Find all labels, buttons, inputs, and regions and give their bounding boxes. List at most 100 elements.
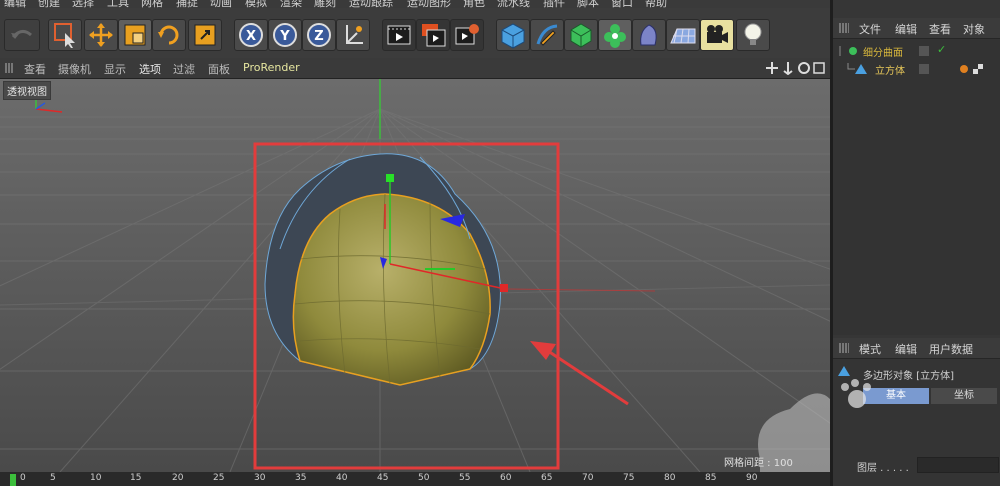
timeline-tick: 85 xyxy=(705,473,717,483)
object-name: 细分曲面 xyxy=(863,48,903,59)
tool-icon xyxy=(194,24,216,46)
timeline-tick: 90 xyxy=(746,473,758,483)
floor-button[interactable] xyxy=(666,19,700,51)
tool-button[interactable] xyxy=(188,19,222,51)
z-axis-button[interactable]: Z xyxy=(302,19,336,51)
menu-item-motion-tracking[interactable]: 运动跟踪 xyxy=(349,0,393,8)
floor-icon xyxy=(670,28,696,44)
render-picture-viewer-icon xyxy=(422,24,446,47)
layer-field[interactable] xyxy=(917,457,999,473)
layer-icon[interactable] xyxy=(919,46,929,56)
viewport-menu-bar: 查看 摄像机 显示 选项 过滤 面板 ProRender xyxy=(0,58,830,79)
grip-icon xyxy=(839,23,849,33)
x-axis-button[interactable]: X xyxy=(234,19,268,51)
menu-item-edit[interactable]: 编辑 xyxy=(4,0,26,8)
menu-item-select[interactable]: 选择 xyxy=(72,0,94,8)
menu-item-pipeline[interactable]: 流水线 xyxy=(497,0,530,8)
render-view-button[interactable] xyxy=(382,19,416,51)
menu-item-render[interactable]: 渲染 xyxy=(280,0,302,8)
grid-spacing-label: 网格间距 : 100 xyxy=(724,458,793,469)
attribute-menu-mode[interactable]: 模式 xyxy=(859,341,881,357)
camera-button[interactable] xyxy=(700,19,734,51)
deformer-button[interactable] xyxy=(632,19,666,51)
menu-item-sculpt[interactable]: 雕刻 xyxy=(314,0,336,8)
tab-coordinates[interactable]: 坐标 xyxy=(931,388,997,404)
timeline-tick: 20 xyxy=(172,473,184,483)
deformer-icon xyxy=(640,24,657,46)
timeline-tick: 15 xyxy=(130,473,142,483)
scale-icon xyxy=(124,24,146,46)
object-row-cube[interactable]: 立方体 xyxy=(833,61,1000,77)
viewport-nav-icons[interactable] xyxy=(766,61,826,75)
object-menu-objects[interactable]: 对象 xyxy=(963,21,985,37)
subdivision-icon xyxy=(570,23,592,48)
pen-button[interactable] xyxy=(530,19,564,51)
timeline-tick: 55 xyxy=(459,473,471,483)
live-selection-button[interactable] xyxy=(48,19,82,51)
menu-item-help[interactable]: 帮助 xyxy=(645,0,667,8)
menu-item-snap[interactable]: 捕捉 xyxy=(176,0,198,8)
object-menu-view[interactable]: 查看 xyxy=(929,21,951,37)
rotate-button[interactable] xyxy=(152,19,186,51)
timeline-tick: 30 xyxy=(254,473,266,483)
menu-item-character[interactable]: 角色 xyxy=(463,0,485,8)
viewport-menu-display[interactable]: 显示 xyxy=(104,61,126,77)
viewport-menu-prorender[interactable]: ProRender xyxy=(243,61,300,74)
render-picture-viewer-button[interactable] xyxy=(416,19,450,51)
menu-item-script[interactable]: 脚本 xyxy=(577,0,599,8)
menu-item-mesh[interactable]: 网格 xyxy=(141,0,163,8)
menu-item-mograph[interactable]: 运动图形 xyxy=(407,0,451,8)
menu-item-window[interactable]: 窗口 xyxy=(611,0,633,8)
layer-field-label: 图层 . . . . . xyxy=(857,463,909,474)
menu-item-create[interactable]: 创建 xyxy=(38,0,60,8)
timeline-tick: 35 xyxy=(295,473,307,483)
timeline-tick: 5 xyxy=(50,473,56,483)
perspective-viewport[interactable]: 透视视图 网格间距 : 100 xyxy=(0,79,830,472)
tag-icons[interactable] xyxy=(959,62,993,76)
viewport-menu-panel[interactable]: 面板 xyxy=(208,61,230,77)
playhead-marker[interactable] xyxy=(10,474,16,486)
rotate-icon xyxy=(158,25,179,45)
viewport-menu-cameras[interactable]: 摄像机 xyxy=(58,61,91,77)
svg-text:Z: Z xyxy=(314,29,323,44)
attribute-menu-user-data[interactable]: 用户数据 xyxy=(929,341,973,357)
attribute-menu-edit[interactable]: 编辑 xyxy=(895,341,917,357)
undo-button[interactable] xyxy=(4,19,40,51)
object-menu-edit[interactable]: 编辑 xyxy=(895,21,917,37)
move-button[interactable] xyxy=(84,19,118,51)
menu-item-simulate[interactable]: 模拟 xyxy=(245,0,267,8)
viewport-name-label: 透视视图 xyxy=(3,81,51,100)
viewport-menu-view[interactable]: 查看 xyxy=(24,61,46,77)
svg-text:Y: Y xyxy=(279,29,290,44)
object-row-subdivision[interactable]: 细分曲面 ✓ xyxy=(833,43,1000,59)
light-button[interactable] xyxy=(736,19,770,51)
grip-icon xyxy=(5,63,14,73)
viewport-menu-filter[interactable]: 过滤 xyxy=(173,61,195,77)
render-settings-button[interactable] xyxy=(450,19,484,51)
render-view-icon xyxy=(387,25,411,45)
timeline-tick: 75 xyxy=(623,473,635,483)
object-menu-file[interactable]: 文件 xyxy=(859,21,881,37)
attribute-body: 多边形对象 [立方体] 基本 坐标 图层 . . . . . xyxy=(833,359,1000,486)
scale-button[interactable] xyxy=(118,19,152,51)
viewport-menu-options[interactable]: 选项 xyxy=(139,61,161,77)
layer-icon[interactable] xyxy=(919,64,929,74)
cloner-button[interactable] xyxy=(598,19,632,51)
timeline-ruler[interactable]: 0 5 10 15 20 25 30 35 40 45 50 55 60 65 … xyxy=(0,472,830,486)
y-axis-button[interactable]: Y xyxy=(268,19,302,51)
menu-item-tools[interactable]: 工具 xyxy=(107,0,129,8)
svg-text:X: X xyxy=(246,29,256,44)
polygon-object-icon xyxy=(838,366,850,376)
cube-button[interactable] xyxy=(496,19,530,51)
grip-icon xyxy=(839,343,849,353)
coordinate-system-button[interactable] xyxy=(336,19,370,51)
main-menu-bar: 编辑 创建 选择 工具 网格 捕捉 动画 模拟 渲染 雕刻 运动跟踪 运动图形 … xyxy=(0,0,830,8)
render-settings-icon xyxy=(455,24,479,45)
cube-icon xyxy=(501,23,525,49)
menu-item-plugins[interactable]: 插件 xyxy=(543,0,565,8)
viewport-scene xyxy=(0,79,830,472)
subdivision-button[interactable] xyxy=(564,19,598,51)
checkmark-icon[interactable]: ✓ xyxy=(937,43,946,56)
main-toolbar: X Y Z xyxy=(0,8,830,59)
menu-item-animate[interactable]: 动画 xyxy=(210,0,232,8)
